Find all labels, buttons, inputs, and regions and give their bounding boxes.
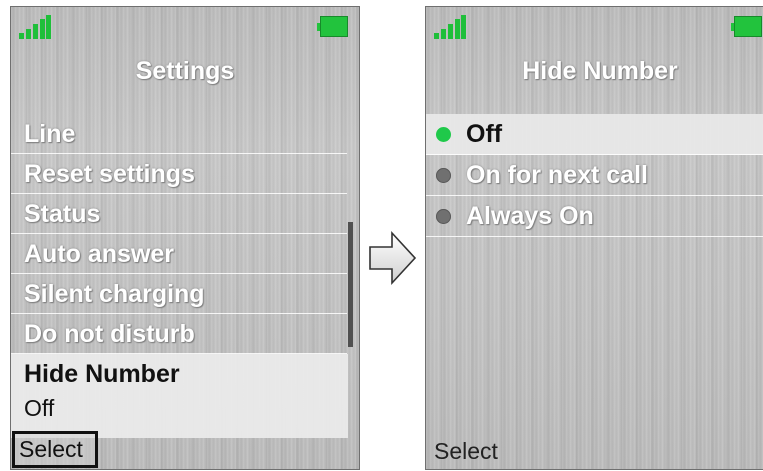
settings-screen: Settings Line Reset settings Status Auto…: [10, 6, 360, 470]
menu-item-auto-answer[interactable]: Auto answer: [11, 234, 347, 274]
option-off[interactable]: Off: [426, 114, 763, 155]
option-label: Always On: [466, 202, 594, 230]
page-title: Settings: [135, 57, 235, 85]
option-label: Off: [466, 120, 503, 148]
battery-icon: [317, 16, 348, 37]
menu-item-value: Off: [24, 395, 55, 421]
radio-icon: [436, 168, 451, 183]
hide-number-options: Off On for next call Always On: [426, 114, 763, 237]
radio-icon: [436, 209, 451, 224]
select-softkey[interactable]: Select: [434, 438, 498, 465]
radio-selected-icon: [436, 127, 451, 142]
menu-item-do-not-disturb[interactable]: Do not disturb: [11, 314, 347, 354]
option-always-on[interactable]: Always On: [426, 196, 763, 237]
menu-item-reset-settings[interactable]: Reset settings: [11, 154, 347, 194]
page-title: Hide Number: [522, 57, 678, 85]
battery-icon: [731, 16, 762, 37]
hide-number-screen: Hide Number Off On for next call Always …: [425, 6, 763, 470]
signal-strength-icon: [434, 15, 466, 39]
menu-item-hide-number[interactable]: Hide Number Off: [11, 354, 348, 438]
select-softkey[interactable]: Select: [12, 431, 98, 468]
menu-item-line[interactable]: Line: [11, 114, 347, 154]
option-on-for-next-call[interactable]: On for next call: [426, 155, 763, 196]
menu-item-label: Hide Number: [24, 360, 180, 388]
signal-strength-icon: [19, 15, 51, 39]
option-label: On for next call: [466, 161, 648, 189]
menu-item-silent-charging[interactable]: Silent charging: [11, 274, 347, 314]
right-arrow-icon: [369, 230, 417, 286]
scrollbar[interactable]: [348, 222, 353, 347]
menu-item-status[interactable]: Status: [11, 194, 347, 234]
settings-menu-list: Line Reset settings Status Auto answer S…: [11, 114, 347, 354]
